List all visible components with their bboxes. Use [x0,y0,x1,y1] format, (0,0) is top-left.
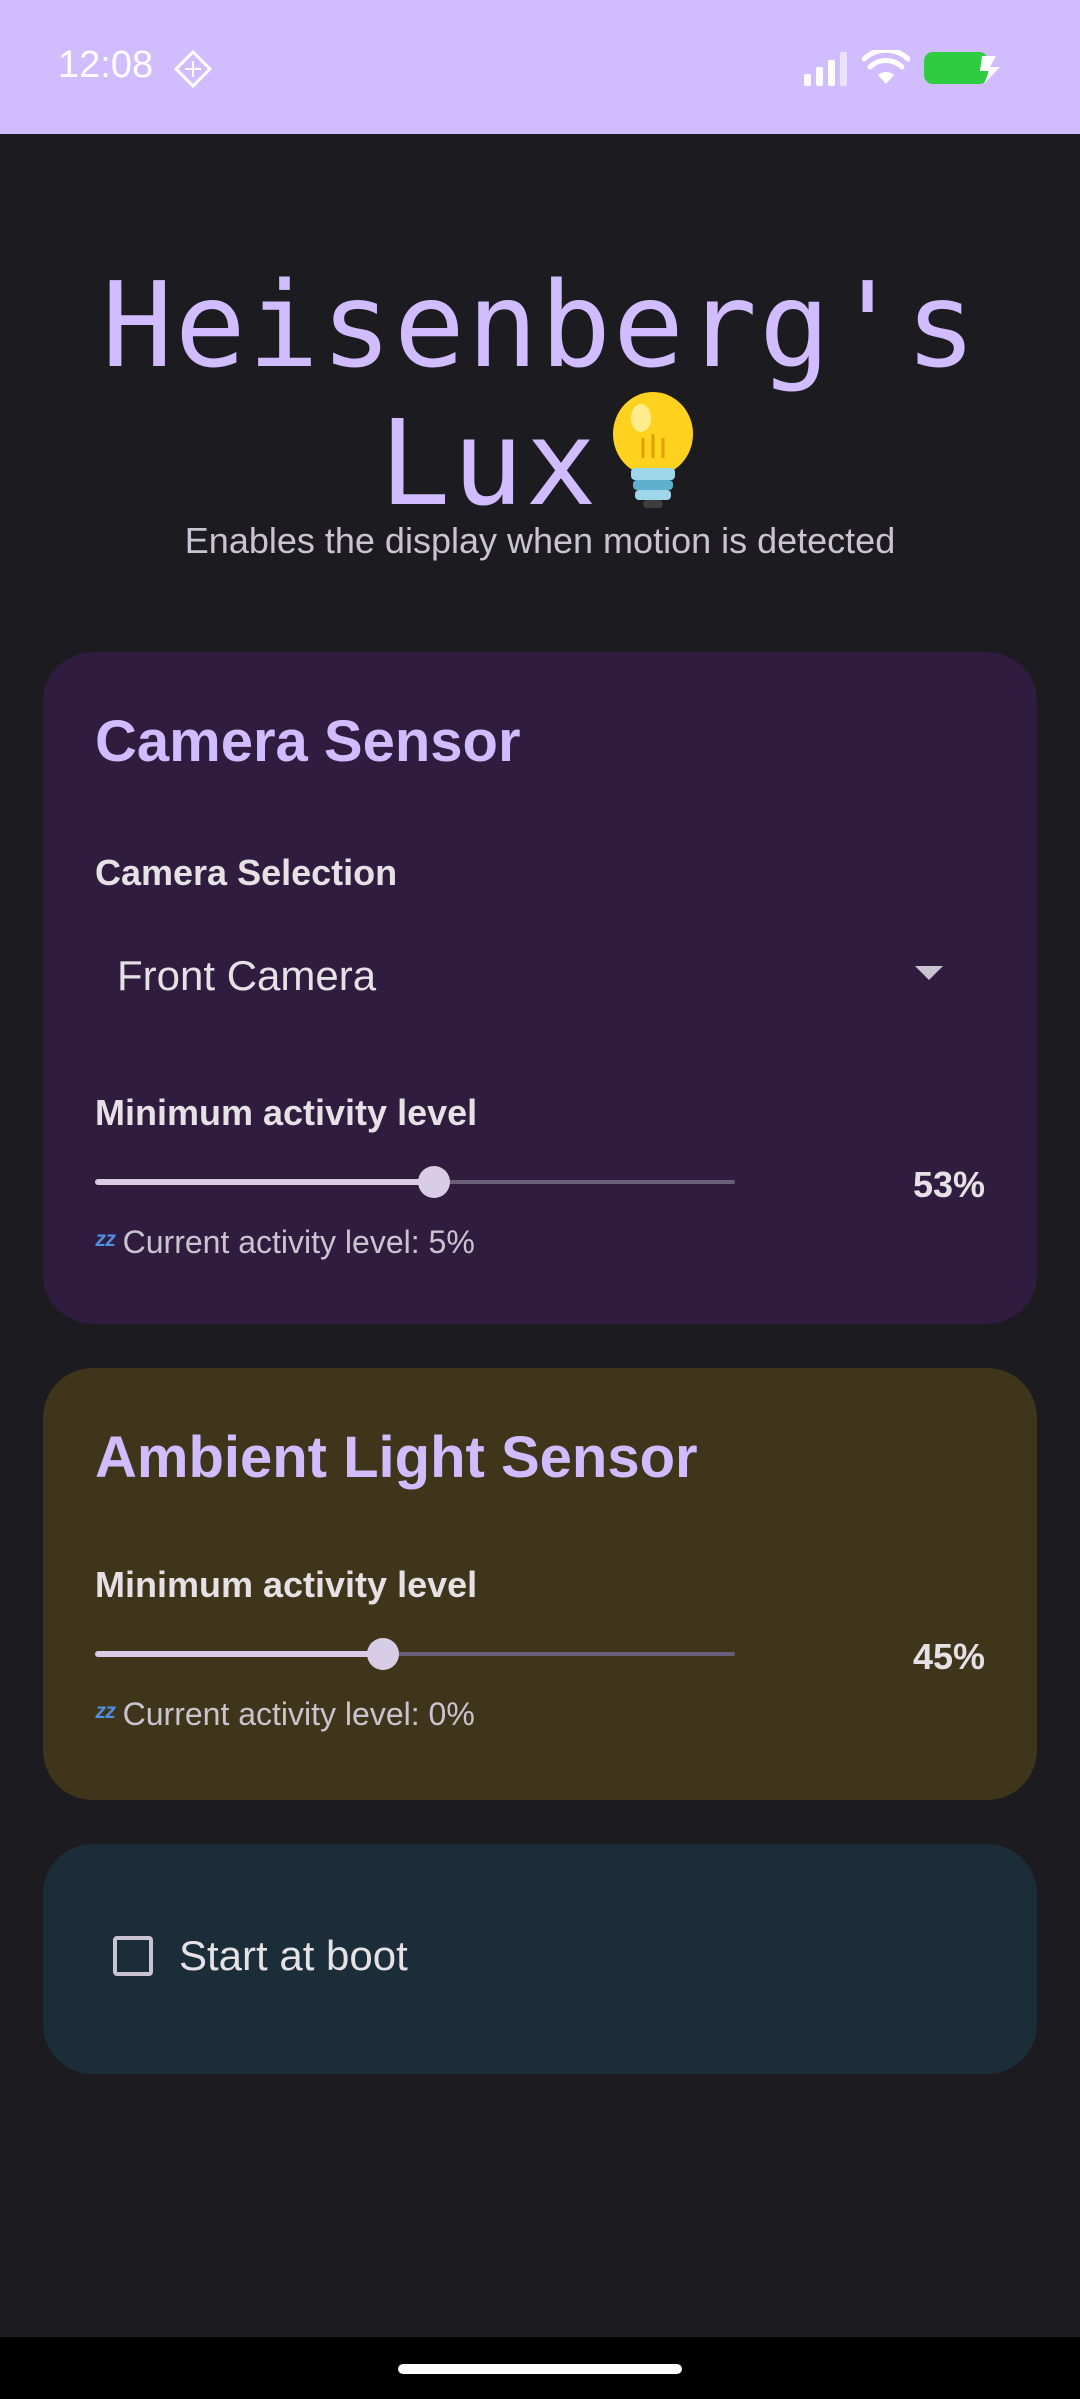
light-current-activity: ᶻᶻ Current activity level: 0% [95,1696,475,1733]
camera-min-activity-slider[interactable] [95,1162,735,1202]
camera-current-activity-text: Current activity level: 5% [122,1224,475,1260]
ambient-light-sensor-card: Ambient Light Sensor Minimum activity le… [43,1368,1037,1800]
signal-icon [804,52,847,86]
ambient-light-sensor-title: Ambient Light Sensor [95,1425,698,1490]
start-at-boot-label[interactable]: Start at boot [179,1932,408,1980]
camera-min-activity-value: 53% [912,1164,985,1205]
camera-current-activity: ᶻᶻ Current activity level: 5% [95,1224,475,1261]
camera-sensor-title: Camera Sensor [95,709,521,774]
sleeping-zzz-icon: ᶻᶻ [95,1227,115,1260]
light-min-activity-slider[interactable] [95,1634,735,1674]
light-min-activity-label: Minimum activity level [95,1564,478,1605]
camera-selection-dropdown[interactable]: Front Camera [95,922,985,1032]
home-indicator[interactable] [398,2364,682,2374]
app-notification-icon [173,49,213,89]
app-title-line2: Lux [379,394,599,532]
light-min-activity-value: 45% [912,1636,985,1677]
camera-sensor-card: Camera Sensor Camera Selection Front Cam… [43,652,1037,1324]
light-bulb-icon [605,388,701,534]
camera-selection-label: Camera Selection [95,852,398,893]
app-subtitle: Enables the display when motion is detec… [184,520,896,561]
start-at-boot-checkbox[interactable] [113,1936,153,1976]
slider-thumb[interactable] [418,1166,451,1198]
sleeping-zzz-icon: ᶻᶻ [95,1699,115,1732]
battery-charging-icon [924,52,1000,84]
status-time: 12:08 [58,44,154,86]
chevron-down-icon [915,966,943,980]
slider-fill [95,1651,383,1657]
slider-thumb[interactable] [367,1638,399,1670]
camera-min-activity-label: Minimum activity level [95,1092,478,1133]
camera-selection-value: Front Camera [117,952,377,999]
app-title: Heisenberg's Lux [0,262,1080,534]
light-current-activity-text: Current activity level: 0% [122,1696,475,1732]
app-title-line1: Heisenberg's [101,256,979,394]
slider-fill [95,1179,435,1185]
wifi-icon [862,50,910,84]
start-at-boot-card: Start at boot [43,1844,1037,2074]
status-bar: 12:08 [0,0,1080,134]
